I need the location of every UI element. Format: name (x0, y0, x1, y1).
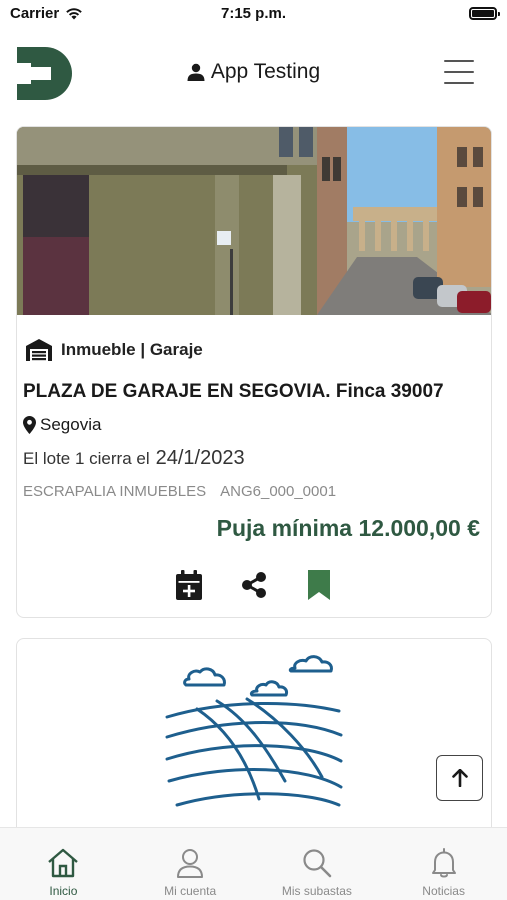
reference-row: ESCRAPALIA INMUEBLES ANG6_000_0001 (23, 483, 336, 500)
category-row: Inmueble | Garaje (26, 339, 203, 361)
location-label: Segovia (40, 415, 102, 434)
tab-label: Inicio (49, 884, 78, 898)
person-icon (187, 63, 205, 81)
user-icon (177, 849, 204, 878)
company-label: ESCRAPALIA INMUEBLES (23, 483, 207, 500)
listing-card[interactable]: Inmueble | Garaje PLAZA DE GARAJE EN SEG… (16, 126, 492, 618)
listing-actions (17, 569, 491, 601)
location-pin-icon (23, 416, 36, 434)
status-bar: Carrier 7:15 p.m. (0, 0, 507, 30)
scroll-to-top-button[interactable] (436, 755, 483, 801)
profile-name: App Testing (210, 60, 321, 83)
listings-scroll-area[interactable]: Inmueble | Garaje PLAZA DE GARAJE EN SEG… (0, 118, 507, 827)
category-label: Inmueble | Garaje (61, 340, 203, 359)
lot-closing-row: El lote 1 cierra el 24/1/2023 (23, 447, 245, 470)
arrow-up-icon (451, 769, 468, 787)
tab-label: Mis subastas (281, 884, 352, 898)
close-date: 24/1/2023 (155, 447, 245, 469)
location-row: Segovia (23, 415, 101, 435)
lot-text: El lote 1 cierra el (23, 449, 150, 468)
listing-card[interactable] (16, 638, 492, 827)
listing-photo (17, 127, 491, 315)
landscape-placeholder-icon (165, 655, 343, 807)
listing-title[interactable]: PLAZA DE GARAJE EN SEGOVIA. Finca 39007 (23, 381, 444, 403)
hamburger-icon[interactable] (444, 60, 474, 84)
tab-label: Noticias (422, 884, 465, 898)
tab-label: Mi cuenta (164, 884, 217, 898)
reference-code: ANG6_000_0001 (220, 483, 337, 500)
bell-icon (431, 848, 456, 878)
home-icon (48, 848, 79, 878)
add-calendar-icon[interactable] (175, 569, 203, 601)
tab-mi-cuenta[interactable]: Mi cuenta (127, 828, 254, 900)
app-header: App Testing (0, 30, 507, 118)
min-bid-price: Puja mínima 12.000,00 € (216, 515, 480, 541)
tab-mis-subastas[interactable]: Mis subastas (254, 828, 381, 900)
battery-icon (469, 7, 500, 20)
profile-button[interactable]: App Testing (0, 60, 507, 84)
status-time: 7:15 p.m. (220, 5, 287, 22)
garage-icon (26, 339, 52, 361)
search-icon (303, 849, 332, 878)
tab-noticias[interactable]: Noticias (380, 828, 507, 900)
bookmark-icon[interactable] (305, 569, 333, 601)
bottom-tab-bar: Inicio Mi cuenta Mis subastas Noticias (0, 827, 507, 900)
share-icon[interactable] (240, 569, 268, 601)
tab-inicio[interactable]: Inicio (0, 828, 127, 900)
